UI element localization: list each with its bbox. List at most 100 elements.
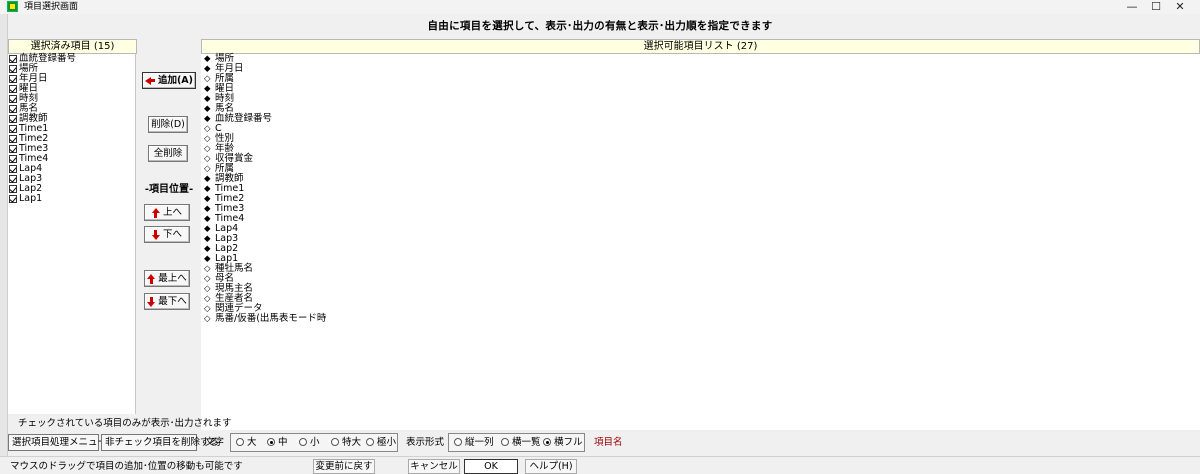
available-item[interactable]: ◇ 現馬主名 xyxy=(201,284,1200,295)
checked-items-note: チェックされている項目のみが表示･出力されます xyxy=(18,418,232,429)
available-item[interactable]: ◆ Time1 xyxy=(201,184,1200,195)
filled-diamond-icon: ◆ xyxy=(204,64,211,74)
revert-button[interactable]: 変更前に戻す xyxy=(313,459,375,474)
arrow-up-icon xyxy=(151,207,160,218)
available-item[interactable]: ◇ 母名 xyxy=(201,274,1200,285)
available-item[interactable]: ◆ 曜日 xyxy=(201,84,1200,95)
empty-diamond-icon: ◇ xyxy=(204,74,211,84)
font-size-large[interactable]: 大 xyxy=(236,438,257,448)
filled-diamond-icon: ◆ xyxy=(204,84,211,94)
checkbox-checked-icon[interactable] xyxy=(9,195,17,203)
delete-all-button[interactable]: 全削除 xyxy=(148,145,188,162)
empty-diamond-icon: ◇ xyxy=(204,284,211,294)
available-item[interactable]: ◆ Time4 xyxy=(201,214,1200,225)
checkbox-checked-icon[interactable] xyxy=(9,115,17,123)
empty-diamond-icon: ◇ xyxy=(204,274,211,284)
available-item[interactable]: ◆ Lap3 xyxy=(201,234,1200,245)
selected-item[interactable]: Lap1 xyxy=(8,194,135,204)
checkbox-checked-icon[interactable] xyxy=(9,145,17,153)
font-size-medium[interactable]: 中 xyxy=(267,438,288,448)
checkbox-checked-icon[interactable] xyxy=(9,175,17,183)
instruction-text: 自由に項目を選択して、表示･出力の有無と表示･出力順を指定できます xyxy=(427,20,773,32)
checkbox-checked-icon[interactable] xyxy=(9,155,17,163)
arrow-down-icon xyxy=(151,229,160,240)
available-item[interactable]: ◆ 時刻 xyxy=(201,94,1200,105)
checkbox-checked-icon[interactable] xyxy=(9,55,17,63)
move-down-button[interactable]: 下へ xyxy=(144,226,190,243)
empty-diamond-icon: ◇ xyxy=(204,164,211,174)
available-item[interactable]: ◇ 関連データ xyxy=(201,304,1200,315)
move-top-label: 最上へ xyxy=(158,273,187,284)
available-item[interactable]: ◇ 馬番/仮番(出馬表モード時 xyxy=(201,314,1200,325)
available-item[interactable]: ◆ Lap4 xyxy=(201,224,1200,235)
available-item[interactable]: ◇ 生産者名 xyxy=(201,294,1200,305)
checkbox-checked-icon[interactable] xyxy=(9,85,17,93)
available-item[interactable]: ◆ 馬名 xyxy=(201,104,1200,115)
remove-unchecked-button[interactable]: 非チェック項目を削除する xyxy=(101,434,219,451)
delete-button[interactable]: 削除(D) xyxy=(148,116,188,133)
filled-diamond-icon: ◆ xyxy=(204,234,211,244)
move-bottom-button[interactable]: 最下へ xyxy=(144,293,190,310)
available-item[interactable]: ◇ C xyxy=(201,124,1200,135)
window-title: 項目選択画面 xyxy=(24,2,79,12)
font-size-tiny[interactable]: 極小 xyxy=(366,438,396,448)
display-horizontal-list[interactable]: 横一覧 xyxy=(501,438,541,448)
available-item[interactable]: ◆ 血統登録番号 xyxy=(201,114,1200,125)
available-items-list[interactable]: ◆ 場所 ◆ 年月日 ◇ 所属 ◆ 曜日 ◆ 時刻 ◆ 馬名 ◆ 血統登録番号 ◇ C ◇ 性別 ◇ 年齢 ◇ 収得賞金 ◇… xyxy=(201,54,1200,430)
radio-icon xyxy=(454,438,462,446)
empty-diamond-icon: ◇ xyxy=(204,144,211,154)
checkbox-checked-icon[interactable] xyxy=(9,165,17,173)
cancel-button[interactable]: キャンセル xyxy=(408,459,460,474)
checkbox-checked-icon[interactable] xyxy=(9,75,17,83)
available-item[interactable]: ◆ Lap2 xyxy=(201,244,1200,255)
font-size-label: 文字 xyxy=(205,437,225,448)
font-size-extra-large[interactable]: 特大 xyxy=(331,438,361,448)
arrow-up-icon xyxy=(147,273,156,284)
selected-item-label: Lap1 xyxy=(19,193,43,204)
field-name-label: 項目名 xyxy=(594,437,623,448)
available-item[interactable]: ◆ Time3 xyxy=(201,204,1200,215)
close-button[interactable]: ✕ xyxy=(1160,0,1200,14)
ok-button[interactable]: OK xyxy=(464,459,518,474)
display-vertical[interactable]: 縦一列 xyxy=(454,438,494,448)
radio-selected-icon xyxy=(543,438,551,446)
available-item[interactable]: ◆ 年月日 xyxy=(201,64,1200,75)
available-item[interactable]: ◆ 場所 xyxy=(201,54,1200,65)
item-menu-button[interactable]: 選択項目処理メニュー xyxy=(8,434,107,451)
available-item[interactable]: ◇ 種牡馬名 xyxy=(201,264,1200,275)
move-up-button[interactable]: 上へ xyxy=(144,204,190,221)
drag-hint: マウスのドラッグで項目の追加･位置の移動も可能です xyxy=(10,461,243,472)
display-format-label: 表示形式 xyxy=(406,437,445,448)
checkbox-checked-icon[interactable] xyxy=(9,125,17,133)
font-size-small[interactable]: 小 xyxy=(299,438,320,448)
checkbox-checked-icon[interactable] xyxy=(9,185,17,193)
radio-icon xyxy=(299,438,307,446)
checkbox-checked-icon[interactable] xyxy=(9,65,17,73)
filled-diamond-icon: ◆ xyxy=(204,244,211,254)
available-item[interactable]: ◆ 調教師 xyxy=(201,174,1200,185)
available-item[interactable]: ◇ 性別 xyxy=(201,134,1200,145)
radio-selected-icon xyxy=(267,438,275,446)
help-button[interactable]: ヘルプ(H) xyxy=(525,459,577,474)
available-item[interactable]: ◇ 年齢 xyxy=(201,144,1200,155)
selected-items-list[interactable]: 血統登録番号 場所 年月日 曜日 時刻 馬名 調教師 Time1 Time2 Time3 Time4… xyxy=(8,54,136,414)
move-top-button[interactable]: 最上へ xyxy=(144,270,190,287)
empty-diamond-icon: ◇ xyxy=(204,304,211,314)
checkbox-checked-icon[interactable] xyxy=(9,105,17,113)
available-item[interactable]: ◆ Time2 xyxy=(201,194,1200,205)
add-button-label: 追加(A) xyxy=(157,75,194,86)
checkbox-checked-icon[interactable] xyxy=(9,95,17,103)
available-item[interactable]: ◇ 所属 xyxy=(201,74,1200,85)
available-item[interactable]: ◇ 所属 xyxy=(201,164,1200,175)
available-item[interactable]: ◇ 収得賞金 xyxy=(201,154,1200,165)
filled-diamond-icon: ◆ xyxy=(204,104,211,114)
available-item[interactable]: ◆ Lap1 xyxy=(201,254,1200,265)
filled-diamond-icon: ◆ xyxy=(204,204,211,214)
display-horizontal-full[interactable]: 横フル xyxy=(543,438,583,448)
radio-icon xyxy=(501,438,509,446)
checkbox-checked-icon[interactable] xyxy=(9,135,17,143)
filled-diamond-icon: ◆ xyxy=(204,194,211,204)
filled-diamond-icon: ◆ xyxy=(204,224,211,234)
empty-diamond-icon: ◇ xyxy=(204,294,211,304)
add-button[interactable]: 追加(A) xyxy=(142,72,196,89)
